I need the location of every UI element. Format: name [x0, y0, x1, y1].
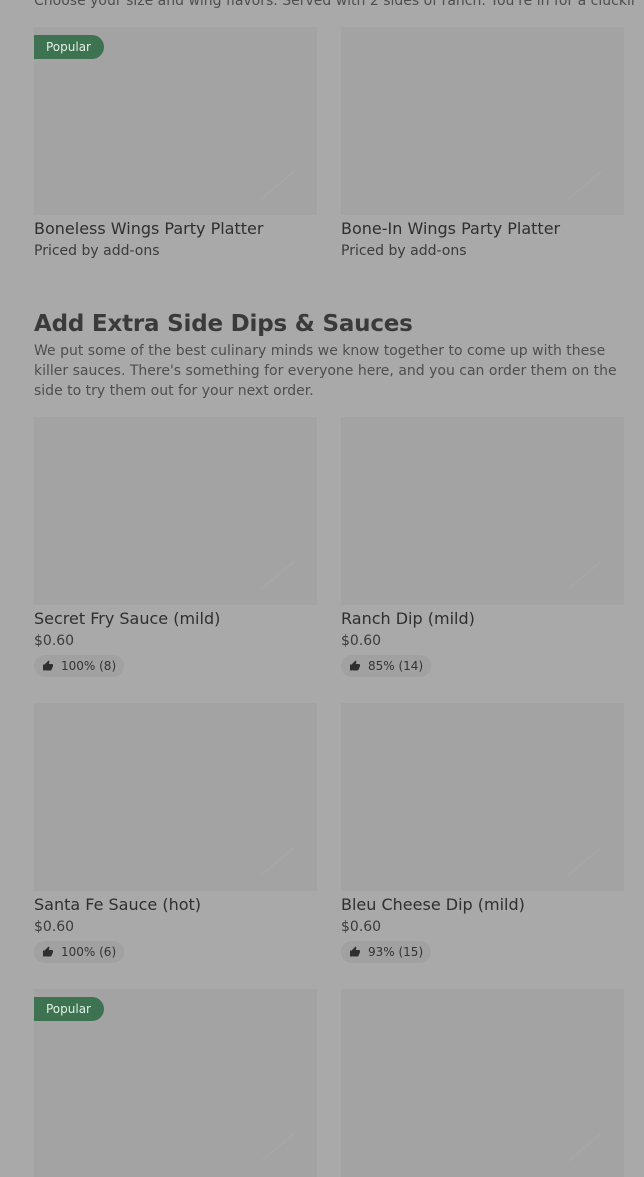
- thumbs-up-icon: [43, 946, 53, 957]
- menu-item-card[interactable]: Bone-In Wings Party Platter Priced by ad…: [341, 27, 624, 261]
- menu-page: Choose your size and wing flavors. Serve…: [0, 0, 644, 1177]
- menu-item-image[interactable]: Popular: [34, 989, 317, 1177]
- menu-item-title[interactable]: Bone-In Wings Party Platter: [341, 218, 624, 240]
- menu-item-title[interactable]: Boneless Wings Party Platter: [34, 218, 317, 240]
- menu-item-price: $0.60: [341, 919, 382, 935]
- menu-item-title[interactable]: Secret Fry Sauce (mild): [34, 608, 317, 630]
- menu-grid-sauces-row2: Santa Fe Sauce (hot) $0.60 100% (6) Bleu…: [34, 703, 624, 963]
- menu-item-card[interactable]: [341, 989, 624, 1177]
- menu-item-image[interactable]: [341, 27, 624, 215]
- menu-item-price: $0.60: [34, 633, 75, 649]
- menu-item-title[interactable]: Santa Fe Sauce (hot): [34, 894, 317, 916]
- menu-item-card[interactable]: Popular: [34, 989, 317, 1177]
- menu-item-price: Priced by add-ons: [341, 243, 467, 259]
- thumbs-up-icon: [43, 660, 53, 671]
- section-description: We put some of the best culinary minds w…: [34, 343, 617, 399]
- section-title: Add Extra Side Dips & Sauces: [34, 311, 413, 337]
- rating-text: 100% (8): [61, 659, 117, 673]
- menu-item-image[interactable]: Popular: [34, 27, 317, 215]
- menu-item-image[interactable]: [341, 989, 624, 1177]
- menu-item-card[interactable]: Santa Fe Sauce (hot) $0.60 100% (6): [34, 703, 317, 963]
- menu-item-image[interactable]: [34, 703, 317, 891]
- menu-item-image[interactable]: [34, 417, 317, 605]
- menu-item-image[interactable]: [341, 703, 624, 891]
- rating-text: 93% (15): [368, 945, 424, 959]
- rating-pill: 85% (14): [341, 655, 432, 677]
- menu-item-price: Priced by add-ons: [34, 243, 160, 259]
- category-description: Choose your size and wing flavors. Serve…: [34, 0, 634, 9]
- menu-grid-platters: Popular Boneless Wings Party Platter Pri…: [34, 27, 624, 261]
- menu-grid-sauces-row3: Popular: [34, 989, 624, 1177]
- menu-item-price: $0.60: [34, 919, 75, 935]
- rating-pill: 100% (6): [34, 941, 125, 963]
- menu-item-title[interactable]: Bleu Cheese Dip (mild): [341, 894, 624, 916]
- menu-item-card[interactable]: Ranch Dip (mild) $0.60 85% (14): [341, 417, 624, 677]
- thumbs-up-icon: [350, 660, 360, 671]
- popular-badge: Popular: [34, 35, 104, 59]
- menu-item-title[interactable]: Ranch Dip (mild): [341, 608, 624, 630]
- rating-pill: 93% (15): [341, 941, 432, 963]
- menu-item-price: $0.60: [341, 633, 382, 649]
- rating-pill: 100% (8): [34, 655, 125, 677]
- rating-text: 85% (14): [368, 659, 424, 673]
- menu-grid-sauces-row1: Secret Fry Sauce (mild) $0.60 100% (8) R…: [34, 417, 624, 677]
- menu-item-image[interactable]: [341, 417, 624, 605]
- rating-text: 100% (6): [61, 945, 117, 959]
- menu-item-card[interactable]: Secret Fry Sauce (mild) $0.60 100% (8): [34, 417, 317, 677]
- thumbs-up-icon: [350, 946, 360, 957]
- menu-item-card[interactable]: Popular Boneless Wings Party Platter Pri…: [34, 27, 317, 261]
- popular-badge: Popular: [34, 997, 104, 1021]
- menu-item-card[interactable]: Bleu Cheese Dip (mild) $0.60 93% (15): [341, 703, 624, 963]
